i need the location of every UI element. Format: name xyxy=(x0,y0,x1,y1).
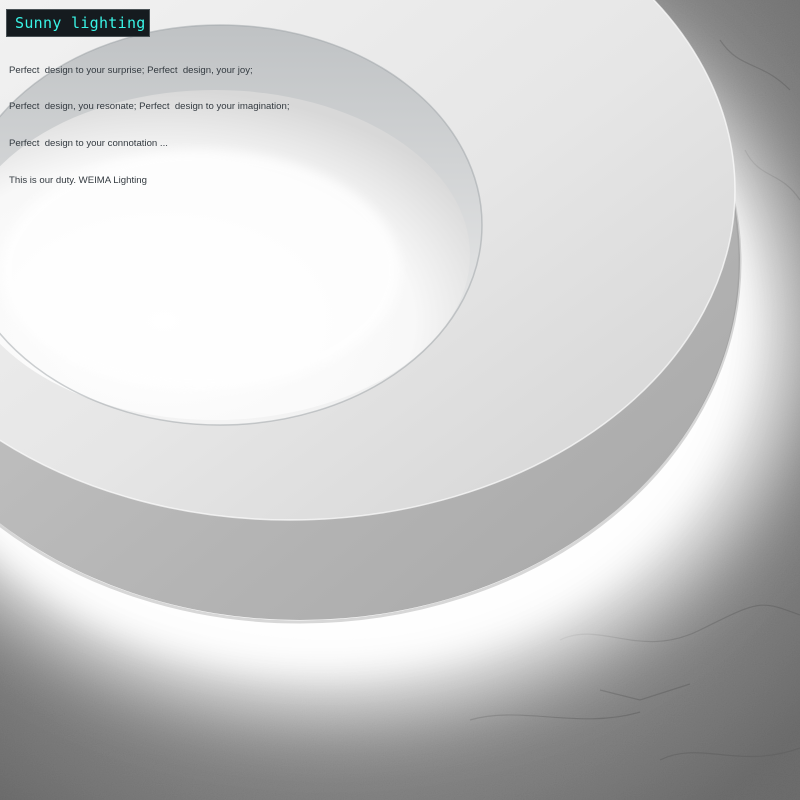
tagline: Perfect design to your surprise; Perfect… xyxy=(9,40,290,212)
tagline-line: Perfect design to your surprise; Perfect… xyxy=(9,64,253,76)
tagline-line: Perfect design to your connotation ... xyxy=(9,138,168,150)
product-photo-scene: Sunny lighting Perfect design to your su… xyxy=(0,0,800,800)
tagline-line: This is our duty. WEIMA Lighting xyxy=(9,175,147,187)
brand-title: Sunny lighting xyxy=(15,14,146,32)
brand-badge: Sunny lighting xyxy=(6,9,150,37)
tagline-line: Perfect design, you resonate; Perfect de… xyxy=(9,101,290,113)
